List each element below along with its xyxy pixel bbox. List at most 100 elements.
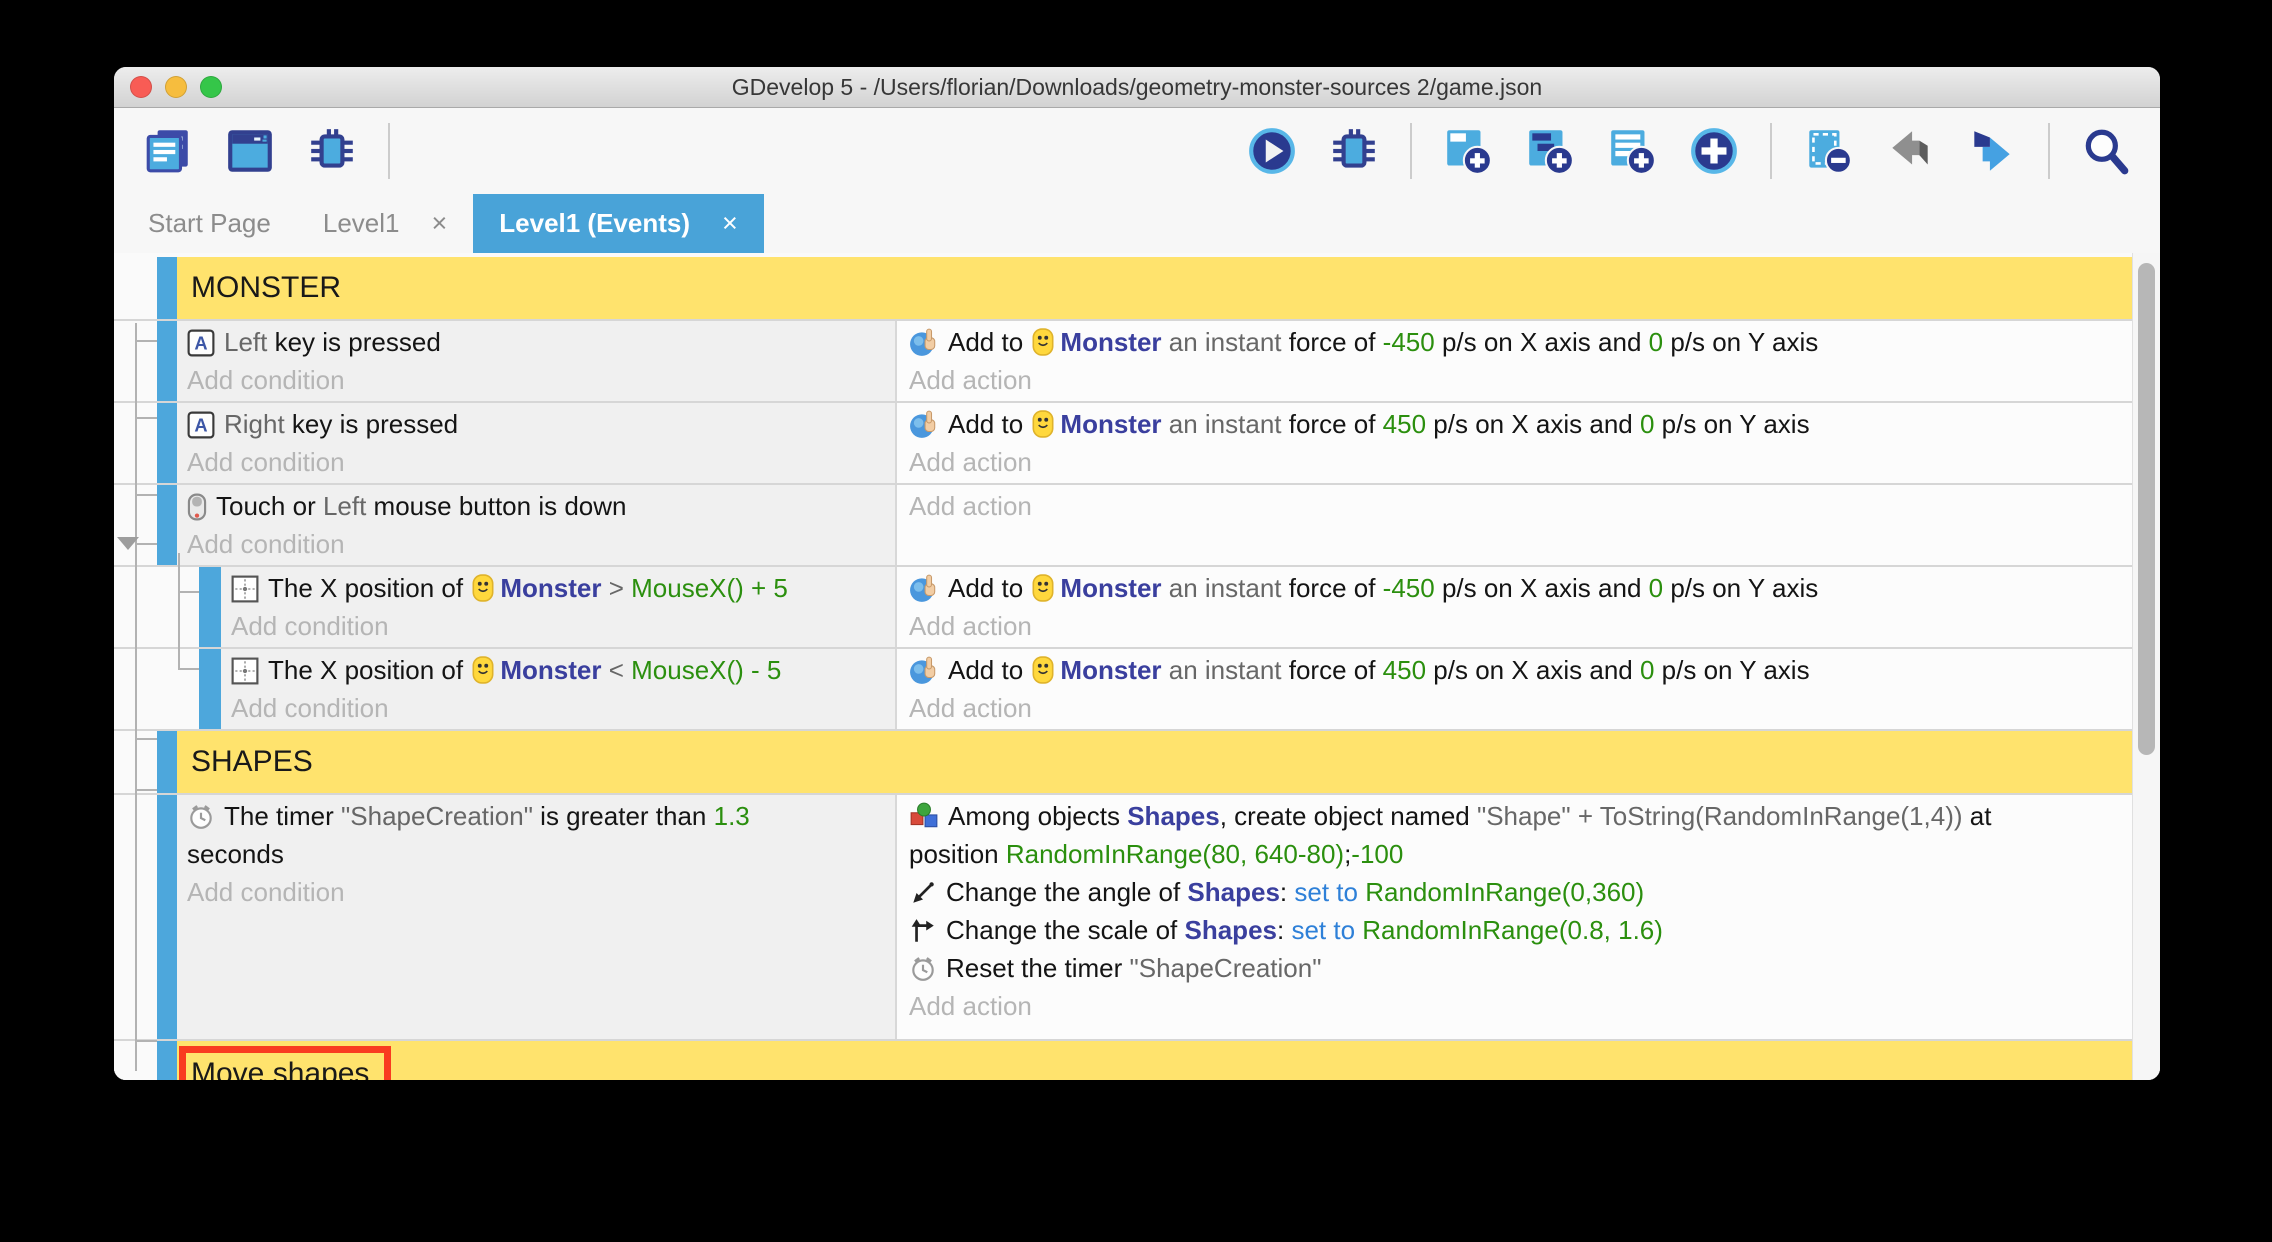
scrollbar[interactable] (2132, 253, 2160, 1080)
action[interactable]: Reset the timer "ShapeCreation" (909, 949, 2124, 987)
add-other-event-icon (1688, 125, 1740, 177)
undo-button[interactable] (1884, 125, 1936, 177)
key-a-icon: A (187, 329, 215, 357)
add-condition-link[interactable]: Add condition (187, 361, 887, 399)
debugger-button[interactable] (306, 125, 358, 177)
condition[interactable]: ARight key is pressed (187, 405, 887, 443)
instruction-text: < (601, 655, 631, 685)
instruction-text: Add to (948, 409, 1030, 439)
instruction-text: p/s on Y axis (1654, 655, 1809, 685)
scrollbar-thumb[interactable] (2138, 263, 2155, 755)
debug-run-button[interactable] (1328, 125, 1380, 177)
mouse-icon (187, 493, 207, 521)
event-drag-handle[interactable] (157, 257, 177, 319)
conditions-cell[interactable]: The X position of Monster < MouseX() - 5… (221, 649, 895, 729)
condition[interactable]: Touch or Left mouse button is down (187, 487, 887, 525)
conditions-cell[interactable]: The X position of Monster > MouseX() + 5… (221, 567, 895, 647)
instruction-text: an instant (1162, 573, 1289, 603)
instruction-text: is greater than (533, 801, 714, 831)
zoom-window-button[interactable] (200, 76, 222, 98)
actions-cell[interactable]: Add action (895, 485, 2132, 565)
action[interactable]: Change the angle of Shapes: set to Rando… (909, 873, 2124, 911)
action[interactable]: Add to Monster an instant force of 450 p… (909, 405, 2124, 443)
event-drag-handle[interactable] (157, 485, 177, 565)
add-action-link[interactable]: Add action (909, 487, 2124, 525)
actions-cell[interactable]: Add to Monster an instant force of 450 p… (895, 403, 2132, 483)
project-manager-button[interactable] (142, 125, 194, 177)
event-group-row: MONSTER (114, 257, 2132, 321)
conditions-cell[interactable]: The timer "ShapeCreation" is greater tha… (177, 795, 895, 1039)
condition[interactable]: ALeft key is pressed (187, 323, 887, 361)
add-condition-link[interactable]: Add condition (187, 443, 887, 481)
add-condition-link[interactable]: Add condition (231, 607, 887, 645)
conditions-cell[interactable]: ARight key is pressedAdd condition (177, 403, 895, 483)
add-event-button[interactable] (1442, 125, 1494, 177)
close-tab-icon[interactable]: × (431, 208, 447, 239)
action[interactable]: Change the scale of Shapes: set to Rando… (909, 911, 2124, 949)
actions-cell[interactable]: Add to Monster an instant force of -450 … (895, 567, 2132, 647)
actions-cell[interactable]: Add to Monster an instant force of 450 p… (895, 649, 2132, 729)
event-gutter (114, 649, 199, 729)
add-action-link[interactable]: Add action (909, 987, 2124, 1025)
add-comment-button[interactable] (1606, 125, 1658, 177)
event-drag-handle[interactable] (157, 403, 177, 483)
search-icon (2080, 125, 2132, 177)
close-tab-icon[interactable]: × (722, 208, 738, 239)
add-action-link[interactable]: Add action (909, 361, 2124, 399)
add-subevent-button[interactable] (1524, 125, 1576, 177)
add-action-link[interactable]: Add action (909, 443, 2124, 481)
event-drag-handle[interactable] (157, 731, 177, 793)
event-drag-handle[interactable] (157, 795, 177, 1039)
close-window-button[interactable] (130, 76, 152, 98)
placeholder-label: Add condition (187, 529, 345, 559)
instruction-text: Touch or (216, 491, 323, 521)
instruction-text: Shapes (1127, 801, 1220, 831)
condition[interactable]: The X position of Monster < MouseX() - 5 (231, 651, 887, 689)
event-group-header[interactable]: MONSTER (177, 257, 2132, 319)
event-drag-handle[interactable] (157, 321, 177, 401)
instruction-text: p/s on X axis and (1426, 409, 1640, 439)
add-condition-link[interactable]: Add condition (187, 873, 887, 911)
action[interactable]: Add to Monster an instant force of -450 … (909, 323, 2124, 361)
add-condition-link[interactable]: Add condition (187, 525, 887, 563)
search-button[interactable] (2080, 125, 2132, 177)
event-group-header[interactable]: SHAPES (177, 731, 2132, 793)
action[interactable]: Add to Monster an instant force of -450 … (909, 569, 2124, 607)
event-group-header[interactable]: Move shapes (177, 1041, 2132, 1080)
instruction-text: Monster (500, 655, 601, 685)
annotation-rectangle (179, 1046, 391, 1080)
add-action-link[interactable]: Add action (909, 607, 2124, 645)
event-drag-handle[interactable] (157, 1041, 177, 1080)
add-action-link[interactable]: Add action (909, 689, 2124, 727)
instruction-text: Monster (1060, 327, 1161, 357)
action[interactable]: Among objects Shapes, create object name… (909, 797, 2124, 835)
angle-icon (909, 879, 937, 907)
instruction-text: Right (224, 409, 285, 439)
tab-level1-events[interactable]: Level1 (Events) × (473, 194, 764, 253)
conditions-cell[interactable]: Touch or Left mouse button is down Add co… (177, 485, 895, 565)
scene-editor-button[interactable] (224, 125, 276, 177)
condition[interactable]: seconds (187, 835, 887, 873)
tab-level1[interactable]: Level1 × (297, 194, 473, 253)
event-drag-handle[interactable] (199, 649, 221, 729)
placeholder-label: Add action (909, 991, 1032, 1021)
action[interactable]: Add to Monster an instant force of 450 p… (909, 651, 2124, 689)
delete-event-button[interactable] (1802, 125, 1854, 177)
condition[interactable]: The timer "ShapeCreation" is greater tha… (187, 797, 887, 835)
redo-button[interactable] (1966, 125, 2018, 177)
condition[interactable]: The X position of Monster > MouseX() + 5 (231, 569, 887, 607)
tab-start-page[interactable]: Start Page (122, 194, 297, 253)
actions-cell[interactable]: Add to Monster an instant force of -450 … (895, 321, 2132, 401)
instruction-text: 0 (1649, 573, 1663, 603)
play-button[interactable] (1246, 125, 1298, 177)
minimize-window-button[interactable] (165, 76, 187, 98)
event-drag-handle[interactable] (199, 567, 221, 647)
add-condition-link[interactable]: Add condition (231, 689, 887, 727)
conditions-cell[interactable]: ALeft key is pressedAdd condition (177, 321, 895, 401)
add-other-event-button[interactable] (1688, 125, 1740, 177)
actions-cell[interactable]: Among objects Shapes, create object name… (895, 795, 2132, 1039)
action[interactable]: position RandomInRange(80, 640-80);-100 (909, 835, 2124, 873)
instruction-text: "Shape" + ToString(RandomInRange(1,4)) (1477, 801, 1963, 831)
event-row: The X position of Monster < MouseX() - 5… (114, 649, 2132, 731)
debug-run-icon (1328, 125, 1380, 177)
